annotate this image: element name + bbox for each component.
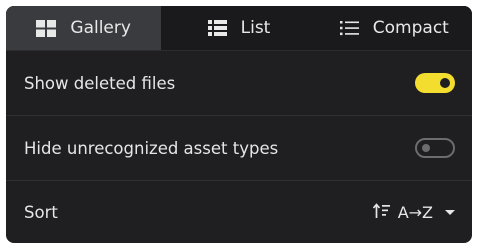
sort-dropdown[interactable]: A→Z	[372, 202, 455, 223]
tab-gallery-label: Gallery	[70, 18, 131, 38]
hide-unrecognized-toggle[interactable]	[415, 138, 455, 158]
chevron-down-icon	[445, 210, 455, 215]
toggle-knob	[422, 144, 430, 152]
tab-compact[interactable]: Compact	[317, 6, 472, 50]
sort-row: Sort A→Z	[6, 181, 472, 243]
hide-unrecognized-row: Hide unrecognized asset types	[6, 116, 472, 181]
gallery-grid-icon	[36, 19, 57, 37]
view-options-panel: Gallery List Compact Show deleted files …	[6, 6, 472, 243]
sort-value: A→Z	[397, 203, 433, 222]
toggle-knob	[440, 78, 450, 88]
view-mode-tabs: Gallery List Compact	[6, 6, 472, 51]
compact-list-icon	[339, 20, 359, 36]
sort-icon	[372, 202, 390, 223]
list-icon	[207, 20, 227, 36]
show-deleted-files-toggle[interactable]	[415, 73, 455, 93]
tab-list-label: List	[240, 18, 271, 38]
tab-compact-label: Compact	[372, 18, 449, 38]
tab-gallery[interactable]: Gallery	[6, 6, 162, 50]
show-deleted-files-row: Show deleted files	[6, 51, 472, 116]
sort-label: Sort	[24, 203, 58, 222]
show-deleted-files-label: Show deleted files	[24, 73, 176, 93]
hide-unrecognized-label: Hide unrecognized asset types	[24, 138, 279, 158]
tab-list[interactable]: List	[161, 6, 316, 50]
